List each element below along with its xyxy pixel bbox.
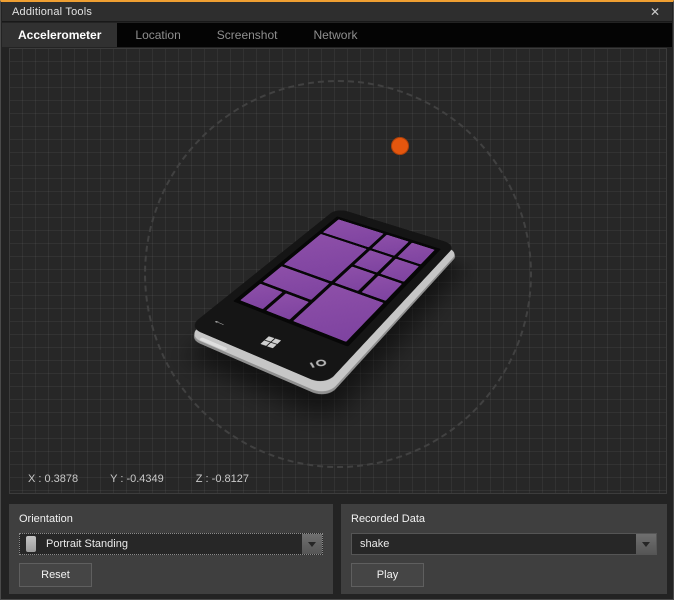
recorded-data-dropdown[interactable]: shake xyxy=(351,533,657,555)
recorded-data-dropdown-button[interactable] xyxy=(636,534,656,554)
title-bar: Additional Tools ✕ xyxy=(2,2,672,22)
tab-accelerometer[interactable]: Accelerometer xyxy=(2,23,117,47)
orientation-dropdown[interactable]: Portrait Standing xyxy=(19,533,323,555)
readout-z: Z : -0.8127 xyxy=(196,473,249,485)
play-button[interactable]: Play xyxy=(351,563,424,587)
window-title: Additional Tools xyxy=(2,6,92,18)
recorded-data-panel: Recorded Data shake Play xyxy=(341,504,667,594)
additional-tools-window: Additional Tools ✕ Accelerometer Locatio… xyxy=(0,0,674,600)
readout-y: Y : -0.4349 xyxy=(110,473,164,485)
recorded-data-panel-title: Recorded Data xyxy=(341,504,667,525)
orientation-panel-title: Orientation xyxy=(9,504,333,525)
accelerometer-drag-dot[interactable] xyxy=(391,137,409,155)
tab-screenshot[interactable]: Screenshot xyxy=(199,23,296,47)
back-icon: ← xyxy=(210,315,233,328)
readout-x: X : 0.3878 xyxy=(28,473,78,485)
tab-network[interactable]: Network xyxy=(295,23,375,47)
phone-orientation-icon xyxy=(26,536,36,552)
close-icon[interactable]: ✕ xyxy=(646,4,664,20)
reset-button[interactable]: Reset xyxy=(19,563,92,587)
recorded-data-dropdown-value: shake xyxy=(352,538,636,550)
windows-logo-icon xyxy=(260,336,281,348)
chevron-down-icon xyxy=(308,542,316,547)
tab-location[interactable]: Location xyxy=(117,23,198,47)
orientation-dropdown-value: Portrait Standing xyxy=(38,538,302,550)
tab-bar: Accelerometer Location Screenshot Networ… xyxy=(2,23,672,47)
accelerometer-readout: X : 0.3878 Y : -0.4349 Z : -0.8127 xyxy=(28,473,249,485)
orientation-dropdown-button[interactable] xyxy=(302,534,322,554)
chevron-down-icon xyxy=(642,542,650,547)
orientation-panel: Orientation Portrait Standing Reset xyxy=(9,504,333,594)
accelerometer-canvas: ← X : 0.3878 Y : -0.4349 Z : -0.8127 xyxy=(9,48,667,494)
search-icon xyxy=(314,358,328,367)
